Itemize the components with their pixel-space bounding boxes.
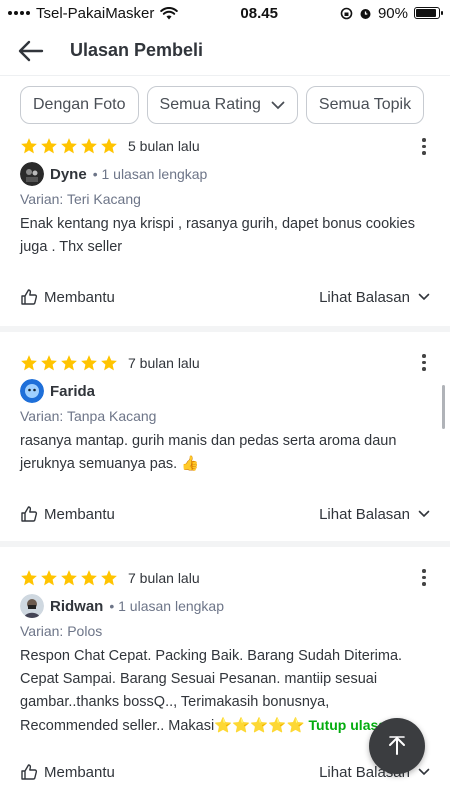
back-button[interactable]: [18, 36, 48, 66]
avatar: [20, 594, 44, 618]
chevron-down-icon: [418, 768, 430, 776]
review-count: • 1 ulasan lengkap: [109, 598, 224, 614]
view-reply-button[interactable]: Lihat Balasan: [319, 506, 430, 523]
star-icon: [81, 138, 97, 154]
scroll-to-top-button[interactable]: [369, 718, 425, 774]
star-icon: [101, 138, 117, 154]
review-text: rasanya mantap. gurih manis dan pedas se…: [20, 433, 397, 472]
rotation-lock-icon: [340, 7, 353, 19]
review-card: 5 bulan lalu Dyne • 1 ulasan lengkap Var…: [0, 133, 450, 332]
signal-icon: [8, 11, 30, 15]
page-title: Ulasan Pembeli: [70, 40, 204, 60]
star-icon: [61, 570, 77, 586]
reviewer-name[interactable]: Ridwan: [50, 598, 103, 615]
filter-topic-label: Semua Topik: [318, 96, 412, 113]
star-rating: [20, 137, 118, 155]
star-icon: [81, 355, 97, 371]
avatar: [20, 162, 44, 186]
filter-photo-chip[interactable]: Dengan Foto: [20, 86, 139, 124]
star-icon: [61, 138, 77, 154]
helpful-label: Membantu: [44, 505, 115, 523]
helpful-button[interactable]: Membantu: [20, 763, 115, 781]
thumbs-up-icon: [21, 506, 38, 522]
clock: 08.45: [240, 4, 278, 22]
chevron-down-icon: [418, 293, 430, 301]
status-bar: Tsel-PakaiMasker 08.45 90%: [0, 0, 450, 26]
variant-label: Varian: Polos: [20, 623, 103, 639]
more-options-icon[interactable]: [422, 138, 426, 155]
helpful-button[interactable]: Membantu: [20, 505, 115, 523]
status-right: 90%: [340, 4, 443, 22]
thumbs-up-icon: [21, 764, 38, 780]
star-icon: [21, 570, 37, 586]
star-icon: [61, 355, 77, 371]
variant-label: Varian: Tanpa Kacang: [20, 408, 157, 424]
status-left: Tsel-PakaiMasker: [8, 4, 179, 22]
helpful-label: Membantu: [44, 763, 115, 781]
review-card: 7 bulan lalu Farida Varian: Tanpa Kacang…: [0, 332, 450, 547]
star-icon: [21, 355, 37, 371]
app-header: Ulasan Pembeli: [0, 26, 450, 76]
filter-rating-label: Semua Rating: [159, 96, 261, 113]
star-rating: [20, 569, 118, 587]
variant-label: Varian: Teri Kacang: [20, 191, 141, 207]
battery-icon: [413, 7, 443, 19]
arrow-left-icon: [18, 40, 44, 61]
star-icon: [101, 355, 117, 371]
alarm-icon: [360, 8, 371, 19]
thumbs-up-icon: [21, 289, 38, 305]
helpful-button[interactable]: Membantu: [20, 288, 115, 306]
star-icon: [41, 570, 57, 586]
star-rating: [20, 354, 118, 372]
reviewer-name[interactable]: Dyne: [50, 166, 87, 183]
view-reply-button[interactable]: Lihat Balasan: [319, 289, 430, 306]
review-time: 7 bulan lalu: [128, 355, 200, 371]
chevron-down-icon: [418, 510, 430, 518]
chevron-down-icon: [271, 101, 285, 109]
filter-rating-dropdown[interactable]: Semua Rating: [146, 86, 298, 124]
view-reply-label: Lihat Balasan: [319, 288, 410, 306]
filter-bar: Dengan Foto Semua Rating Semua Topik: [0, 76, 450, 134]
review-time: 7 bulan lalu: [128, 570, 200, 586]
star-icon: [21, 138, 37, 154]
filter-topic-dropdown[interactable]: Semua Topik: [305, 86, 425, 124]
star-icon: [101, 570, 117, 586]
arrow-up-icon: [389, 736, 405, 755]
battery-percent: 90%: [377, 4, 408, 22]
wifi-icon: [160, 6, 179, 19]
filter-photo-label: Dengan Foto: [33, 96, 126, 113]
review-time: 5 bulan lalu: [128, 138, 200, 154]
more-options-icon[interactable]: [422, 569, 426, 586]
reviewer-name[interactable]: Farida: [50, 383, 95, 400]
avatar: [20, 379, 44, 403]
view-reply-label: Lihat Balasan: [319, 505, 410, 523]
review-text: Respon Chat Cepat. Packing Baik. Barang …: [20, 645, 430, 739]
star-icon: [41, 355, 57, 371]
review-count: • 1 ulasan lengkap: [92, 166, 208, 182]
star-icon: [41, 138, 57, 154]
carrier-label: Tsel-PakaiMasker: [36, 4, 155, 22]
more-options-icon[interactable]: [422, 354, 426, 371]
star-icon: [81, 570, 97, 586]
helpful-label: Membantu: [44, 288, 115, 306]
review-text: Enak kentang nya krispi , rasanya gurih,…: [20, 216, 415, 255]
scrollbar[interactable]: [442, 385, 445, 429]
